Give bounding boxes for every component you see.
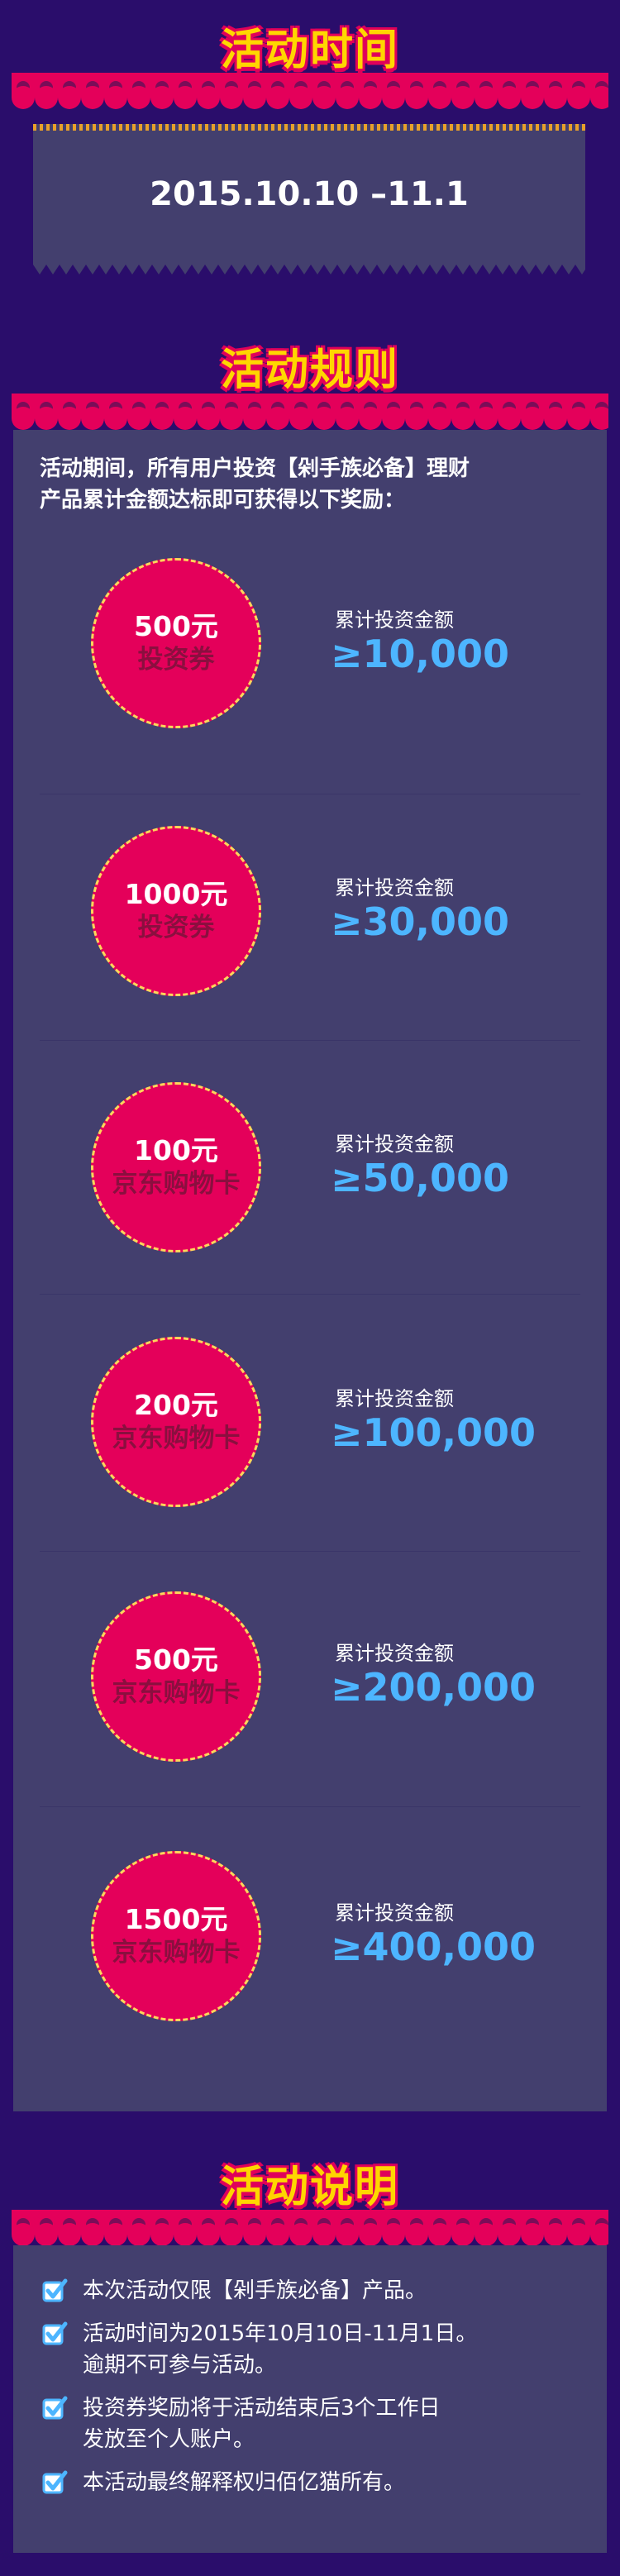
- threshold-label: 累计投资金额: [335, 1901, 454, 1925]
- threshold-value: ≥50,000: [331, 1156, 510, 1200]
- reward-badge: 200元京东购物卡: [91, 1337, 261, 1507]
- reward-amount: 1000元: [124, 878, 228, 910]
- reward-badge: 1500元 京东购物卡: [91, 1851, 261, 2021]
- reward-amount: 200元: [134, 1389, 218, 1421]
- threshold-value: ≥400,000: [331, 1925, 537, 1969]
- reward-type: 京东购物卡: [112, 1678, 241, 1708]
- date-panel: 2015.10.10 –11.1: [33, 124, 585, 276]
- event-date-range: 2015.10.10 –11.1: [150, 175, 469, 213]
- threshold-label: 累计投资金额: [335, 1642, 454, 1665]
- reward-amount: 100元: [134, 1134, 218, 1166]
- reward-amount: 1500元: [124, 1903, 228, 1935]
- section-title-rules: 活动规则: [220, 346, 399, 395]
- rules-intro-line-1: 活动期间，所有用户投资【剁手族必备】理财: [40, 456, 470, 481]
- reward-type: 投资券: [137, 913, 215, 942]
- reward-amount: 500元: [134, 610, 218, 642]
- reward-type: 投资券: [137, 645, 215, 675]
- reward-type: 京东购物卡: [112, 1169, 241, 1199]
- note-line: 本次活动仅限【剁手族必备】产品。: [83, 2278, 427, 2303]
- reward-type: 京东购物卡: [112, 1424, 241, 1453]
- rules-intro: 活动期间，所有用户投资【剁手族必备】理财 产品累计金额达标即可获得以下奖励：: [40, 453, 577, 516]
- reward-type: 京东购物卡: [112, 1938, 241, 1968]
- checkbox-checked-icon: [41, 2321, 68, 2347]
- threshold-label: 累计投资金额: [335, 1387, 454, 1410]
- reward-divider: [40, 1806, 580, 1807]
- awning-decoration: [12, 2210, 608, 2246]
- zigzag-edge: [33, 265, 585, 276]
- note-item: 活动时间为2015年10月10日-11月1日。 逾期不可参与活动。: [83, 2318, 477, 2381]
- note-line: 活动时间为2015年10月10日-11月1日。: [83, 2321, 478, 2346]
- reward-amount: 500元: [134, 1643, 218, 1676]
- reward-divider: [40, 1551, 580, 1552]
- reward-badge: 100元 京东购物卡: [91, 1082, 261, 1252]
- reward-divider: [40, 1040, 580, 1041]
- note-line: 本活动最终解释权归佰亿猫所有。: [83, 2470, 406, 2495]
- checkbox-checked-icon: [41, 2469, 68, 2496]
- threshold-value: ≥10,000: [331, 632, 510, 676]
- note-item: 投资券奖励将于活动结束后3个工作日 发放至个人账户。: [83, 2392, 441, 2455]
- section-title-time: 活动时间: [220, 26, 399, 75]
- threshold-label: 累计投资金额: [335, 1133, 454, 1156]
- rules-intro-line-2: 产品累计金额达标即可获得以下奖励：: [40, 488, 406, 513]
- threshold-label: 累计投资金额: [335, 608, 454, 632]
- reward-badge: 500元 投资券: [91, 558, 261, 728]
- threshold-label: 累计投资金额: [335, 876, 454, 899]
- reward-badge: 500元 京东购物卡: [91, 1591, 261, 1762]
- awning-decoration: [12, 73, 608, 109]
- threshold-value: ≥100,000: [331, 1410, 537, 1455]
- awning-decoration: [12, 394, 608, 430]
- note-item: 本活动最终解释权归佰亿猫所有。: [83, 2467, 405, 2498]
- section-title-notes: 活动说明: [220, 2163, 399, 2212]
- reward-badge: 1000元投资券: [91, 826, 261, 996]
- note-line: 发放至个人账户。: [83, 2427, 255, 2452]
- note-line: 投资券奖励将于活动结束后3个工作日: [83, 2396, 441, 2421]
- threshold-value: ≥200,000: [331, 1665, 537, 1710]
- threshold-value: ≥30,000: [331, 899, 510, 944]
- date-panel-top-border: [33, 124, 585, 131]
- checkbox-checked-icon: [41, 2395, 68, 2421]
- reward-divider: [40, 1294, 580, 1295]
- note-item: 本次活动仅限【剁手族必备】产品。: [83, 2275, 427, 2306]
- note-line: 逾期不可参与活动。: [83, 2353, 277, 2378]
- checkbox-checked-icon: [41, 2278, 68, 2304]
